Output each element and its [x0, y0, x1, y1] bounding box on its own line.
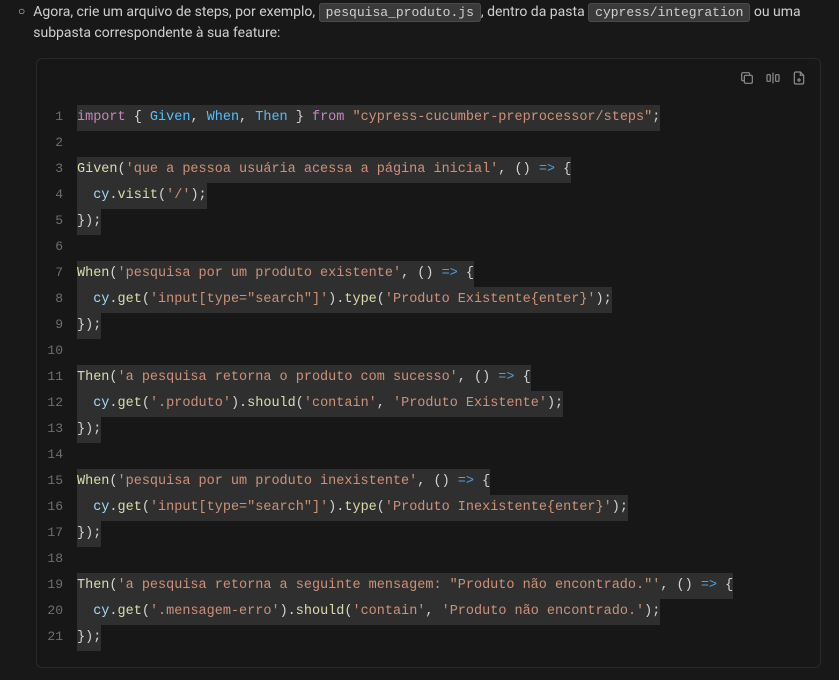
- code-line: 14: [37, 443, 820, 469]
- code-line: 17 });: [37, 521, 820, 547]
- bullet-icon: ○: [18, 4, 25, 18]
- inline-code-folder: cypress/integration: [588, 3, 750, 22]
- code-line: 21 });: [37, 625, 820, 651]
- inline-code-file: pesquisa_produto.js: [319, 3, 481, 22]
- line-number: 1: [37, 105, 77, 129]
- line-number: 12: [37, 391, 77, 415]
- line-number: 4: [37, 183, 77, 207]
- code-line: 9 });: [37, 313, 820, 339]
- line-number: 14: [37, 443, 77, 467]
- code-line: 20 cy.get('.mensagem-erro').should('cont…: [37, 599, 820, 625]
- line-number: 7: [37, 261, 77, 285]
- line-number: 16: [37, 495, 77, 519]
- code-line: 11 Then('a pesquisa retorna o produto co…: [37, 365, 820, 391]
- description-block: ○ Agora, crie um arquivo de steps, por e…: [0, 0, 839, 46]
- description-text: Agora, crie um arquivo de steps, por exe…: [33, 2, 839, 44]
- code-line: 1 import { Given, When, Then } from "cyp…: [37, 105, 820, 131]
- code-toolbar: [738, 69, 808, 87]
- code-line: 19 Then('a pesquisa retorna a seguinte m…: [37, 573, 820, 599]
- line-number: 17: [37, 521, 77, 545]
- line-number: 5: [37, 209, 77, 233]
- line-number: 2: [37, 131, 77, 155]
- line-number: 18: [37, 547, 77, 571]
- code-block: 1 import { Given, When, Then } from "cyp…: [36, 58, 821, 668]
- line-number: 8: [37, 287, 77, 311]
- line-number: 19: [37, 573, 77, 597]
- code-line: 4 cy.visit('/');: [37, 183, 820, 209]
- line-number: 15: [37, 469, 77, 493]
- line-number: 6: [37, 235, 77, 259]
- code-line: 8 cy.get('input[type="search"]').type('P…: [37, 287, 820, 313]
- code-line: 7 When('pesquisa por um produto existent…: [37, 261, 820, 287]
- line-number: 9: [37, 313, 77, 337]
- line-number: 10: [37, 339, 77, 363]
- line-number: 20: [37, 599, 77, 623]
- new-file-icon[interactable]: [790, 69, 808, 87]
- code-area[interactable]: 1 import { Given, When, Then } from "cyp…: [37, 59, 820, 667]
- code-line: 2: [37, 131, 820, 157]
- code-line: 16 cy.get('input[type="search"]').type('…: [37, 495, 820, 521]
- code-line: 12 cy.get('.produto').should('contain', …: [37, 391, 820, 417]
- code-line: 18: [37, 547, 820, 573]
- insert-at-cursor-icon[interactable]: [764, 69, 782, 87]
- code-line: 3 Given('que a pessoa usuária acessa a p…: [37, 157, 820, 183]
- line-number: 11: [37, 365, 77, 389]
- code-line: 10: [37, 339, 820, 365]
- code-line: 6: [37, 235, 820, 261]
- line-number: 3: [37, 157, 77, 181]
- copy-icon[interactable]: [738, 69, 756, 87]
- code-line: 5 });: [37, 209, 820, 235]
- code-line: 15 When('pesquisa por um produto inexist…: [37, 469, 820, 495]
- line-number: 21: [37, 625, 77, 649]
- code-line: 13 });: [37, 417, 820, 443]
- line-number: 13: [37, 417, 77, 441]
- desc-mid: , dentro da pasta: [481, 4, 588, 20]
- desc-prefix: Agora, crie um arquivo de steps, por exe…: [33, 4, 318, 20]
